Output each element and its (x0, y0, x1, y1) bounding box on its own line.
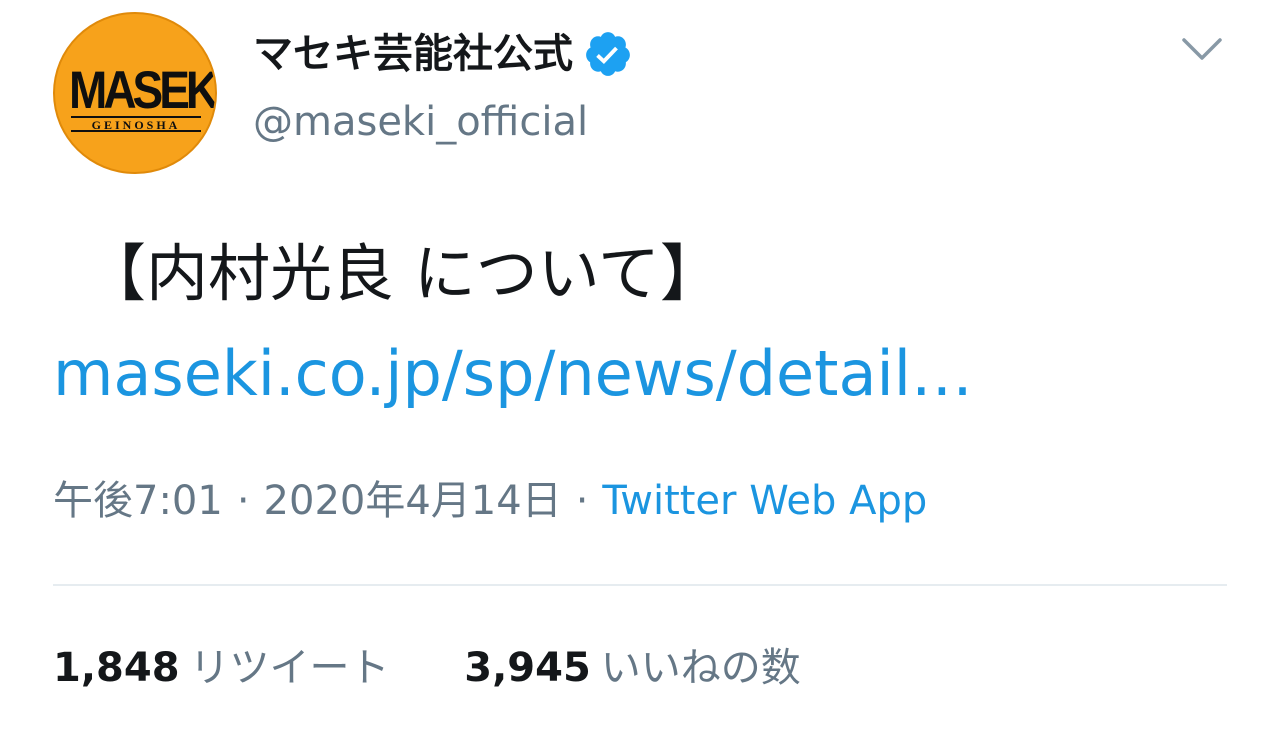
tweet-link[interactable]: maseki.co.jp/sp/news/detail… (53, 336, 973, 412)
user-handle[interactable]: @maseki_official (253, 96, 588, 148)
tweet-detail: MASEKI GEINOSHA マセキ芸能社公式 @maseki_officia… (0, 0, 1280, 749)
display-name[interactable]: マセキ芸能社公式 (253, 28, 633, 80)
likes-stat[interactable]: 3,945 いいねの数 (464, 640, 801, 696)
avatar[interactable]: MASEKI GEINOSHA (53, 12, 217, 174)
maseki-logo: MASEKI GEINOSHA (67, 59, 217, 132)
divider (53, 584, 1227, 586)
tweet-source-link[interactable]: Twitter Web App (602, 478, 927, 524)
like-label: いいねの数 (600, 645, 801, 691)
like-count: 3,945 (464, 645, 591, 691)
tweet-stats: 1,848 リツイート 3,945 いいねの数 (53, 640, 801, 696)
tweet-text: 【内村光良 について】 (84, 237, 722, 310)
logo-brand-text: MASEKI (69, 59, 217, 120)
meta-separator: · (575, 478, 589, 524)
logo-sub-text: GEINOSHA (71, 116, 201, 132)
tweet-time[interactable]: 午後7:01 (53, 478, 223, 524)
verified-badge-icon (583, 29, 633, 79)
retweet-count: 1,848 (53, 645, 180, 691)
retweets-stat[interactable]: 1,848 リツイート (53, 640, 390, 696)
meta-separator: · (236, 478, 250, 524)
tweet-meta: 午後7:01 · 2020年4月14日 · Twitter Web App (53, 475, 927, 527)
tweet-date[interactable]: 2020年4月14日 (264, 478, 562, 524)
display-name-text: マセキ芸能社公式 (253, 31, 573, 77)
chevron-down-icon[interactable] (1180, 34, 1224, 64)
retweet-label: リツイート (189, 645, 390, 691)
